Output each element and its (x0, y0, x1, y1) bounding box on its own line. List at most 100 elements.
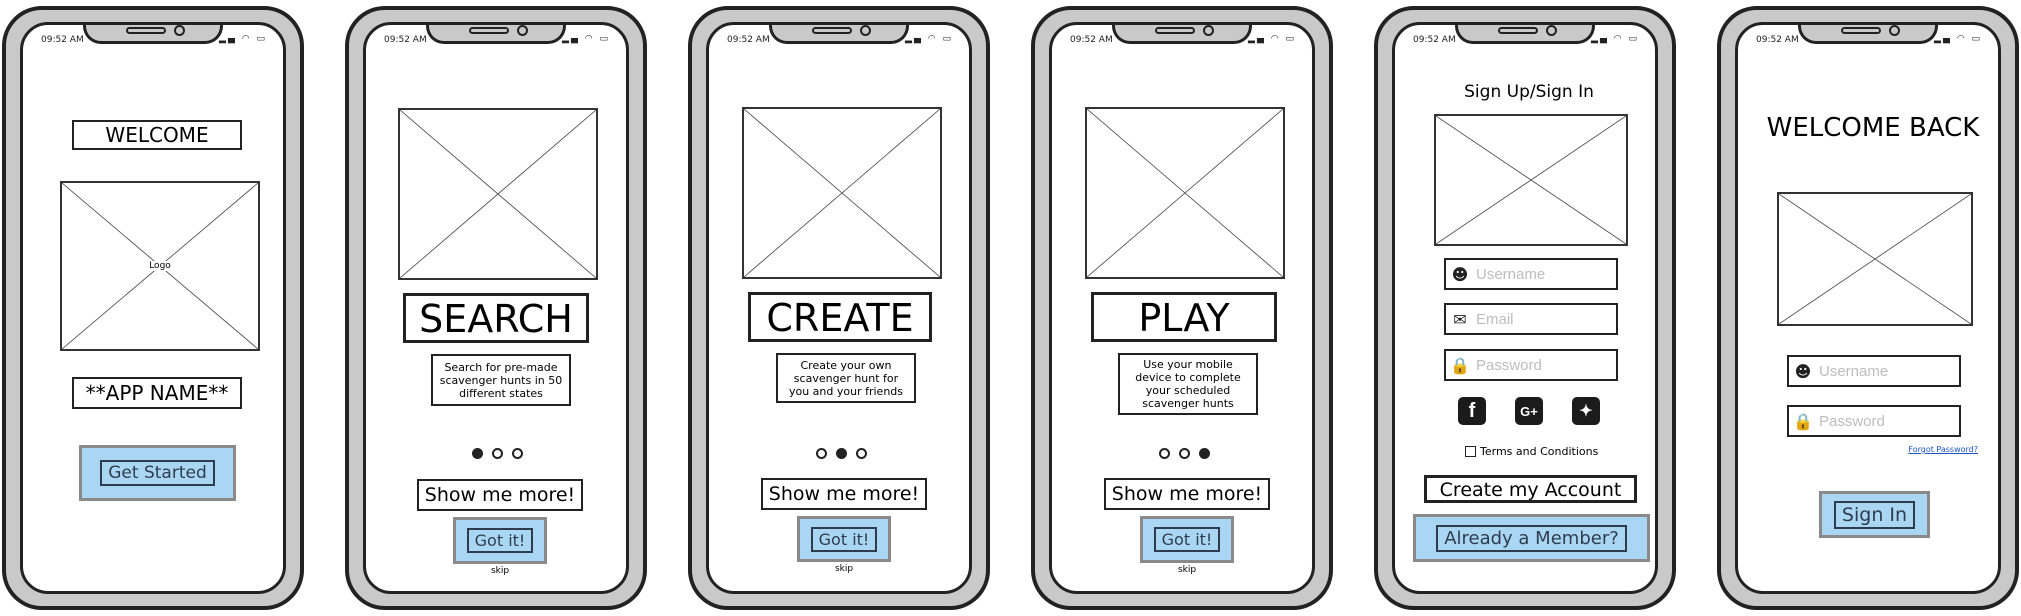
skip-link[interactable]: skip (1167, 565, 1207, 575)
status-time: 09:52 AM (1070, 35, 1113, 45)
create-account-button[interactable]: Create my Account (1424, 475, 1637, 503)
status-icons: ▂▄ ◠ ▭ (219, 34, 267, 44)
username-field[interactable]: ☻ (1787, 355, 1961, 387)
page-dot-active[interactable] (472, 448, 483, 459)
password-input[interactable] (1474, 355, 1608, 375)
email-field[interactable]: ✉ (1444, 303, 1618, 335)
create-title: CREATE (748, 292, 932, 342)
page-dot[interactable] (492, 448, 503, 459)
already-member-label: Already a Member? (1436, 524, 1627, 552)
battery-icon: ▭ (1628, 34, 1639, 44)
status-icons: ▂▄ ◠ ▭ (1248, 34, 1296, 44)
show-more-button[interactable]: Show me more! (1104, 478, 1270, 510)
signal-icon: ▂▄ (1934, 34, 1952, 44)
twitter-icon[interactable]: ✦ (1572, 397, 1600, 425)
notch (769, 25, 909, 44)
wifi-icon: ◠ (1270, 34, 1281, 44)
status-time: 09:52 AM (727, 35, 770, 45)
sign-in-label: Sign In (1833, 500, 1916, 529)
app-name-label: **APP NAME** (72, 377, 242, 409)
phone-signup: 09:52 AM ▂▄ ◠ ▭ Sign Up/Sign In ☻ ✉ 🔒 f … (1374, 6, 1676, 610)
welcome-title: WELCOME (72, 120, 242, 150)
username-input[interactable] (1817, 361, 1951, 381)
feature-placeholder-image (398, 108, 598, 280)
speaker (812, 27, 852, 34)
feature-placeholder-image (742, 107, 942, 279)
lock-icon: 🔒 (1450, 355, 1470, 375)
skip-link[interactable]: skip (824, 564, 864, 574)
forgot-password-link[interactable]: Forgot Password? (1878, 445, 1978, 454)
logo-label: Logo (147, 261, 173, 271)
page-indicator[interactable] (816, 448, 867, 459)
google-plus-icon[interactable]: G+ (1515, 397, 1543, 425)
sign-in-button[interactable]: Sign In (1819, 491, 1930, 538)
get-started-button[interactable]: Get Started (79, 445, 236, 501)
username-field[interactable]: ☻ (1444, 258, 1618, 290)
password-field[interactable]: 🔒 (1444, 349, 1618, 381)
terms-label: Terms and Conditions (1480, 445, 1599, 458)
wifi-icon: ◠ (241, 34, 252, 44)
page-dot[interactable] (1179, 448, 1190, 459)
email-input[interactable] (1474, 309, 1608, 329)
wifi-icon: ◠ (1956, 34, 1967, 44)
play-title: PLAY (1091, 292, 1277, 342)
get-started-label: Get Started (100, 460, 215, 486)
page-dot[interactable] (856, 448, 867, 459)
facebook-icon[interactable]: f (1458, 397, 1486, 425)
page-dot[interactable] (512, 448, 523, 459)
got-it-label: Got it! (1153, 527, 1221, 552)
got-it-button[interactable]: Got it! (1140, 516, 1234, 563)
screen-signup: 09:52 AM ▂▄ ◠ ▭ Sign Up/Sign In ☻ ✉ 🔒 f … (1392, 22, 1658, 594)
status-icons: ▂▄ ◠ ▭ (1591, 34, 1639, 44)
page-dot[interactable] (1159, 448, 1170, 459)
page-dot-active[interactable] (836, 448, 847, 459)
status-time: 09:52 AM (1756, 35, 1799, 45)
wifi-icon: ◠ (927, 34, 938, 44)
battery-icon: ▭ (1971, 34, 1982, 44)
password-field[interactable]: 🔒 (1787, 405, 1961, 437)
got-it-label: Got it! (466, 528, 534, 553)
notch (83, 25, 223, 44)
page-dot-active[interactable] (1199, 448, 1210, 459)
battery-icon: ▭ (942, 34, 953, 44)
feature-placeholder-image (1085, 107, 1285, 279)
camera (517, 25, 528, 36)
phone-create: 09:52 AM ▂▄ ◠ ▭ CREATE Create your own s… (688, 6, 990, 610)
status-time: 09:52 AM (1413, 35, 1456, 45)
camera (1203, 25, 1214, 36)
screen-play: 09:52 AM ▂▄ ◠ ▭ PLAY Use your mobile dev… (1049, 22, 1315, 594)
notch (426, 25, 566, 44)
status-icons: ▂▄ ◠ ▭ (1934, 34, 1982, 44)
show-more-button[interactable]: Show me more! (761, 478, 927, 510)
create-description: Create your own scavenger hunt for you a… (776, 353, 916, 403)
page-dot[interactable] (816, 448, 827, 459)
terms-checkbox[interactable] (1465, 446, 1476, 457)
skip-link[interactable]: skip (480, 566, 520, 576)
signal-icon: ▂▄ (1248, 34, 1266, 44)
show-more-button[interactable]: Show me more! (417, 479, 583, 511)
password-input[interactable] (1817, 411, 1951, 431)
envelope-icon: ✉ (1453, 309, 1467, 329)
speaker (469, 27, 509, 34)
signin-placeholder-image (1777, 192, 1973, 326)
status-icons: ▂▄ ◠ ▭ (905, 34, 953, 44)
wifi-icon: ◠ (584, 34, 595, 44)
phone-play: 09:52 AM ▂▄ ◠ ▭ PLAY Use your mobile dev… (1031, 6, 1333, 610)
search-description: Search for pre-made scavenger hunts in 5… (431, 354, 571, 406)
page-indicator[interactable] (472, 448, 523, 459)
wifi-icon: ◠ (1613, 34, 1624, 44)
camera (860, 25, 871, 36)
username-input[interactable] (1474, 264, 1608, 284)
page-indicator[interactable] (1159, 448, 1210, 459)
got-it-button[interactable]: Got it! (797, 516, 891, 562)
speaker (1841, 27, 1881, 34)
status-time: 09:52 AM (384, 35, 427, 45)
signal-icon: ▂▄ (562, 34, 580, 44)
camera (1546, 25, 1557, 36)
phone-search: 09:52 AM ▂▄ ◠ ▭ SEARCH Search for pre-ma… (345, 6, 647, 610)
terms-checkbox-row[interactable]: Terms and Conditions (1465, 445, 1625, 458)
camera (174, 25, 185, 36)
camera (1889, 25, 1900, 36)
already-member-button[interactable]: Already a Member? (1413, 514, 1650, 562)
got-it-button[interactable]: Got it! (453, 517, 547, 564)
